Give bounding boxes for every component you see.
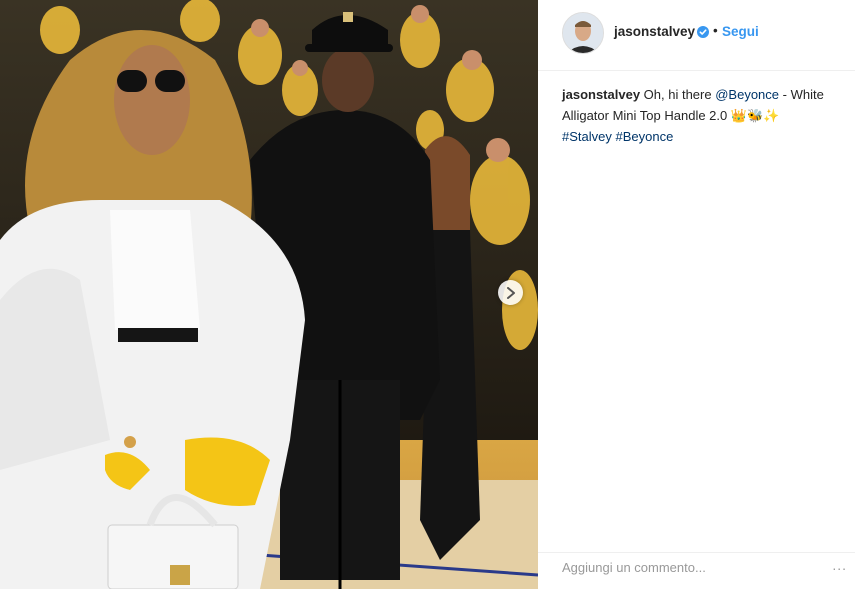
avatar-image <box>563 13 603 53</box>
caption-text-before: Oh, hi there <box>643 87 712 102</box>
post-header: jasonstalvey • Segui <box>538 0 855 71</box>
follow-button[interactable]: Segui <box>722 24 759 39</box>
verified-badge-icon <box>697 26 709 38</box>
caption-username[interactable]: jasonstalvey <box>562 87 640 102</box>
more-options-icon[interactable]: ... <box>832 557 847 573</box>
next-photo-button[interactable] <box>498 280 523 305</box>
avatar[interactable] <box>562 12 604 54</box>
post-image <box>0 0 538 589</box>
chevron-right-icon <box>506 286 515 299</box>
hashtag-link[interactable]: #Stalvey <box>562 129 612 144</box>
post-caption: jasonstalvey Oh, hi there @Beyonce - Whi… <box>562 84 834 147</box>
separator-dot: • <box>713 23 718 38</box>
post-side-panel: jasonstalvey • Segui jasonstalvey Oh, hi… <box>538 0 855 589</box>
comment-input[interactable]: Aggiungi un commento... <box>562 560 706 575</box>
post-username[interactable]: jasonstalvey <box>614 24 695 39</box>
mention-link[interactable]: @Beyonce <box>715 87 779 102</box>
post-photo[interactable] <box>0 0 538 589</box>
comment-bar: Aggiungi un commento... ... <box>538 552 855 590</box>
hashtag-link[interactable]: #Beyonce <box>616 129 674 144</box>
